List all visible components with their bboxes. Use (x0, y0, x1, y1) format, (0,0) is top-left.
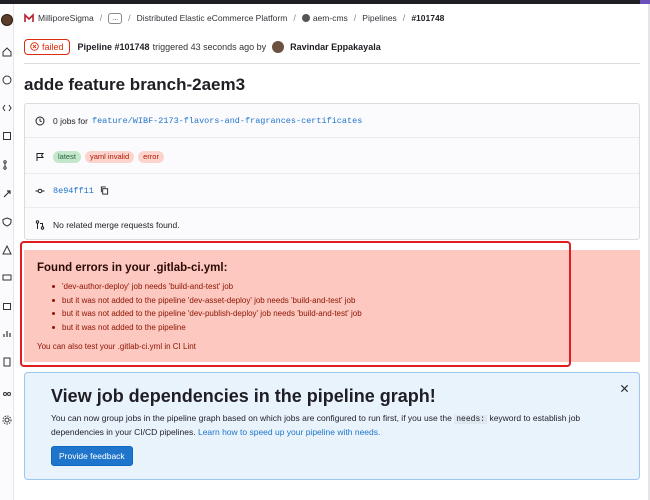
jobs-count: 0 jobs for (53, 115, 88, 126)
needs-keyword: needs: (454, 415, 488, 424)
provide-feedback-button[interactable]: Provide feedback (51, 446, 133, 466)
project-avatar[interactable] (1, 14, 13, 26)
code-icon[interactable] (1, 102, 13, 114)
commit-row: 8e94ff11 (25, 174, 639, 208)
error-title: Found errors in your .gitlab-ci.yml: (37, 262, 228, 274)
error-item: 'dev-author-deploy' job needs 'build-and… (52, 280, 362, 294)
settings-icon[interactable] (1, 414, 13, 426)
breadcrumb-separator: / (353, 13, 357, 23)
snippets-icon[interactable] (1, 386, 13, 398)
breadcrumb-item-pipelines[interactable]: Pipelines (362, 13, 397, 23)
breadcrumb: MilliporeSigma / ... / Distributed Elast… (24, 9, 444, 27)
clock-icon (35, 116, 45, 126)
breadcrumb-ellipsis-button[interactable]: ... (108, 12, 123, 24)
project-icon (301, 14, 310, 22)
user-avatar[interactable] (272, 40, 285, 53)
copy-icon[interactable] (100, 186, 109, 195)
top-bar (0, 0, 650, 4)
merge-requests-icon[interactable] (1, 159, 13, 171)
badges-row: latest yaml invalid error (25, 140, 639, 174)
package-icon[interactable] (1, 300, 13, 312)
needs-docs-link[interactable]: Learn how to speed up your pipeline with… (198, 427, 380, 437)
banner-text-before: You can now group jobs in the pipeline g… (51, 413, 452, 423)
status-badge[interactable]: failed (24, 38, 70, 55)
error-item: but it was not added to the pipeline 'de… (52, 307, 362, 321)
pipeline-info-box: 0 jobs for feature/WIBF-2173-flavors-and… (24, 103, 640, 240)
ci-lint-text[interactable]: You can also test your .gitlab-ci.yml in… (37, 342, 196, 351)
breadcrumb-item-current[interactable]: #101748 (411, 13, 444, 23)
error-item: but it was not added to the pipeline 'de… (52, 294, 362, 308)
page-title: adde feature branch-2aem3 (24, 75, 246, 94)
banner-text: You can now group jobs in the pipeline g… (51, 412, 611, 439)
status-label: failed (42, 41, 64, 52)
analytics-icon[interactable] (1, 328, 13, 340)
wiki-icon[interactable] (1, 356, 13, 368)
triggered-text: triggered 43 seconds ago by (152, 41, 267, 52)
commit-sha-link[interactable]: 8e94ff11 (53, 186, 94, 196)
needs-info-banner: View job dependencies in the pipeline gr… (24, 372, 640, 480)
left-sidebar (0, 4, 14, 500)
merge-requests-text: No related merge requests found. (53, 220, 180, 230)
breadcrumb-group[interactable]: MilliporeSigma (24, 13, 94, 23)
breadcrumb-item-milliporesigma[interactable]: MilliporeSigma (38, 13, 94, 23)
x-circle-icon (30, 42, 39, 51)
issues-icon[interactable] (1, 130, 13, 142)
monitor-icon[interactable] (1, 272, 13, 284)
badge-yaml-invalid: yaml invalid (84, 150, 135, 163)
badge-error: error (138, 150, 164, 163)
breadcrumb-item-platform[interactable]: Distributed Elastic eCommerce Platform (137, 13, 288, 23)
user-link[interactable]: Ravindar Eppakayala (290, 42, 381, 52)
breadcrumb-separator: / (293, 13, 296, 23)
commit-icon (35, 186, 45, 196)
error-list: 'dev-author-deploy' job needs 'build-and… (52, 280, 362, 334)
shield-icon[interactable] (1, 216, 13, 228)
close-icon[interactable] (618, 382, 630, 394)
home-icon[interactable] (1, 46, 13, 58)
jobs-row: 0 jobs for feature/WIBF-2173-flavors-and… (25, 104, 639, 138)
breadcrumb-project[interactable]: aem-cms (301, 13, 348, 23)
pipeline-id: Pipeline #101748 (77, 41, 150, 52)
breadcrumb-separator: / (128, 13, 131, 23)
branch-link[interactable]: feature/WIBF-2173-flavors-and-fragrances… (92, 116, 362, 126)
pipeline-header: failed Pipeline #101748 triggered 43 sec… (24, 38, 640, 64)
rocket-icon[interactable] (1, 188, 13, 200)
flag-icon (35, 152, 45, 162)
merge-requests-row: No related merge requests found. (25, 208, 639, 242)
breadcrumb-item-aem-cms[interactable]: aem-cms (313, 13, 348, 23)
badge-latest: latest (53, 150, 81, 163)
breadcrumb-separator: / (402, 13, 406, 23)
breadcrumb-separator: / (99, 13, 103, 23)
error-item: but it was not added to the pipeline (52, 321, 362, 335)
banner-title: View job dependencies in the pipeline gr… (51, 386, 436, 406)
info-icon[interactable] (1, 74, 13, 86)
deploy-icon[interactable] (1, 244, 13, 256)
merge-request-icon (35, 220, 45, 230)
milliporesigma-logo-icon (24, 13, 34, 22)
